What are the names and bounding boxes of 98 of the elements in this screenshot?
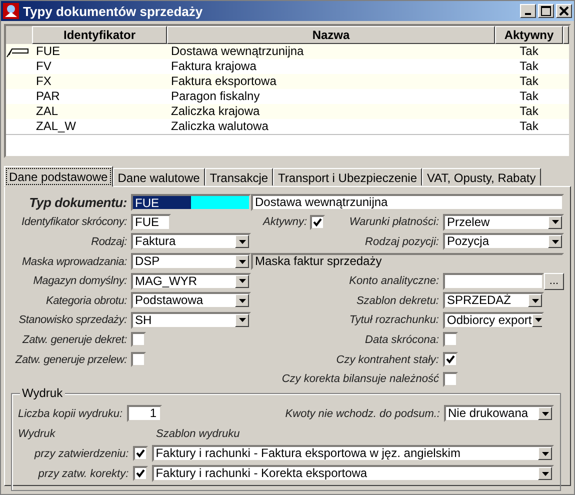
column-header[interactable]: Nazwa [167,26,495,44]
field-label: Zatw. generuje przelew: [14,354,127,366]
field-label: Tytuł rozrachunku: [349,314,439,326]
table-cell: ZAL_W [36,119,76,133]
field-label: Stanowisko sprzedaży: [18,314,127,326]
dropdown-arrow-icon [535,318,542,322]
table-cell: Tak [520,59,538,73]
dropdown[interactable]: Odbiorcy export [443,312,544,329]
browse-button[interactable]: ... [544,272,564,290]
dropdown-arrow-icon [542,472,548,476]
document-type-field[interactable]: FUE [131,194,251,212]
table-cell: Tak [520,44,538,58]
table-cell: Faktura krajowa [171,59,256,73]
dropdown[interactable]: Podstawowa [131,292,251,310]
window-title: Typy dokumentów sprzedaży [23,4,204,18]
column-header[interactable]: Identyfikator [32,26,167,44]
tab[interactable]: Dane walutowe [112,168,205,186]
dropdown[interactable]: Faktury i rachunki - Faktura eksportowa w jęz. angielskim [152,445,554,462]
tab[interactable]: Transport i Ubezpieczenie [273,168,422,186]
checkbox[interactable] [131,332,146,348]
field-label: Identyfikator skrócony: [20,216,127,228]
dropdown[interactable]: Faktury i rachunki - Korekta eksportowa [152,465,554,482]
maximize-icon [541,6,551,16]
table-cell: Tak [520,89,538,103]
dropdown-arrow-icon [238,240,246,244]
column-label: Szablon wydruku [156,428,240,440]
pencil-icon [6,46,30,58]
name-field[interactable]: Dostawa wewnątrzunijna [251,194,564,212]
minimize-button[interactable] [520,4,536,18]
tab[interactable]: VAT, Opusty, Rabaty [422,168,541,186]
field-label: Szablon dekretu: [356,294,439,307]
table-cell: FX [36,74,52,88]
table-cell: PAR [36,89,60,103]
field-label: Typ dokumentu: [28,195,127,210]
tab[interactable]: Transakcje [204,168,274,186]
field-label: Rodzaj pozycji: [365,236,439,248]
input-field[interactable]: FUE [131,214,171,231]
table-cell: Paragon fiskalny [171,89,260,103]
app-icon [3,3,19,19]
table-cell: FV [36,59,52,73]
column-header[interactable]: Aktywny [495,26,563,44]
table-cell: Tak [520,74,538,88]
table-cell: Zaliczka krajowa [171,104,260,118]
input-field[interactable]: 1 [126,405,162,422]
group-title: Wydruk [20,386,65,400]
dropdown[interactable]: Przelew [443,214,564,231]
field-label: Konto analityczne: [349,275,439,288]
field-label: Magazyn domyślny: [32,275,127,288]
field-label: Czy korekta bilansuje należność [282,373,439,386]
tab[interactable]: Dane podstawowe [4,166,113,187]
field-label: Liczba kopii wydruku: [18,408,123,420]
close-button[interactable] [556,4,572,18]
checkbox[interactable] [443,372,458,387]
dropdown-arrow-icon [552,220,558,224]
checkbox[interactable] [131,352,146,368]
dropdown-arrow-icon [532,298,538,303]
checkbox[interactable] [310,214,326,230]
table-cell: Faktura eksportowa [171,74,276,88]
dropdown-arrow-icon [552,240,558,244]
checkbox[interactable] [132,466,148,482]
field-label: Kategoria obrotu: [45,294,127,307]
checkbox[interactable] [443,352,458,368]
dropdown-arrow-icon [238,298,246,303]
dropdown-arrow-icon [238,260,246,264]
checkbox[interactable] [132,446,148,462]
table-cell: Tak [520,104,538,118]
dropdown[interactable]: SH [131,312,251,329]
field-label: przy zatw. korekty: [37,468,129,480]
dropdown[interactable]: MAG_WYR [131,272,251,290]
dropdown-arrow-icon [238,279,246,284]
close-icon [559,6,569,16]
table-cell: Dostawa wewnątrzunijna [171,44,304,58]
minimize-icon [525,13,531,15]
field-label: przy zatwierdzeniu: [33,448,129,460]
dropdown[interactable]: Nie drukowana [444,405,554,422]
mask-description-field: Maska faktur sprzedaży [251,253,564,270]
field-label: Warunki płatności: [349,216,439,228]
dropdown[interactable]: Faktura [131,233,251,250]
dropdown[interactable]: Pozycja [443,233,564,250]
column-label: Wydruk [18,428,56,440]
table-cell: ZAL [36,104,58,118]
checkbox[interactable] [443,332,458,348]
dropdown-arrow-icon [542,452,548,456]
field-label: Data skrócona: [365,334,439,346]
field-label: Maska wprowadzania: [20,256,127,268]
table-cell: Zaliczka walutowa [171,119,268,133]
field-label: Aktywny: [263,216,308,228]
dropdown-arrow-icon [238,318,246,322]
table-cell: FUE [36,44,60,58]
dropdown-arrow-icon [542,412,548,416]
dropdown[interactable]: DSP [131,253,251,270]
field-label: Czy kontrahent stały: [336,354,439,366]
maximize-button[interactable] [538,4,554,18]
field-label: Kwoty nie wchodz. do podsum.: [285,408,440,420]
input-field[interactable] [443,272,544,290]
field-label: Rodzaj: [90,236,127,248]
table-cell: Tak [520,119,538,133]
field-label: Zatw. generuje dekret: [21,334,127,346]
